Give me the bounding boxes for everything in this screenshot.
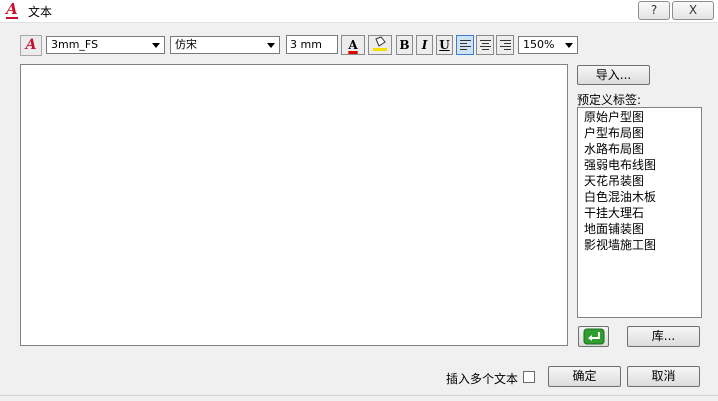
font-style-value: 3mm_FS	[51, 38, 99, 51]
preset-labels-list[interactable]: 原始户型图 户型布局图 水路布局图 强弱电布线图 天花吊装图 白色混油木板 干挂…	[577, 107, 702, 318]
text-height-input[interactable]	[286, 35, 338, 54]
green-return-arrow-icon	[583, 328, 604, 345]
list-item[interactable]: 原始户型图	[584, 109, 701, 125]
title-bar: A 文本 ? X	[0, 0, 718, 23]
list-item[interactable]: 干挂大理石	[584, 205, 701, 221]
paint-bucket-icon	[373, 36, 387, 51]
chevron-down-icon	[152, 43, 160, 48]
list-item[interactable]: 地面铺装图	[584, 221, 701, 237]
font-family-value: 仿宋	[175, 38, 197, 51]
help-button[interactable]: ?	[638, 1, 670, 20]
italic-button[interactable]: I	[416, 35, 433, 55]
highlight-button[interactable]	[368, 35, 392, 55]
list-item[interactable]: 天花吊装图	[584, 173, 701, 189]
text-style-icon[interactable]: A	[20, 35, 42, 56]
zoom-select[interactable]: 150%	[518, 36, 578, 54]
align-right-icon	[500, 40, 511, 52]
underline-button[interactable]: U	[436, 35, 453, 55]
insert-multiple-label: 插入多个文本	[446, 372, 519, 386]
list-item[interactable]: 影视墙施工图	[584, 237, 701, 253]
list-item[interactable]: 白色混油木板	[584, 189, 701, 205]
import-button[interactable]: 导入...	[577, 65, 650, 85]
close-button[interactable]: X	[672, 1, 714, 20]
list-item[interactable]: 强弱电布线图	[584, 157, 701, 173]
app-text-icon: A	[6, 0, 18, 19]
text-color-icon: A	[348, 38, 358, 52]
ok-button[interactable]: 确定	[548, 366, 621, 387]
list-item[interactable]: 水路布局图	[584, 141, 701, 157]
cancel-button[interactable]: 取消	[627, 366, 700, 387]
align-center-icon	[480, 40, 491, 52]
align-right-button[interactable]	[496, 35, 514, 55]
chevron-down-icon	[565, 43, 573, 48]
bold-button[interactable]: B	[396, 35, 413, 55]
library-button[interactable]: 库...	[627, 326, 700, 347]
align-left-button[interactable]	[456, 35, 474, 55]
align-center-button[interactable]	[476, 35, 494, 55]
font-family-select[interactable]: 仿宋	[170, 36, 280, 54]
window-title: 文本	[28, 5, 53, 19]
insert-label-button[interactable]	[578, 326, 609, 347]
list-item[interactable]: 户型布局图	[584, 125, 701, 141]
font-style-select[interactable]: 3mm_FS	[46, 36, 165, 54]
text-editor[interactable]	[20, 64, 568, 346]
chevron-down-icon	[267, 43, 275, 48]
bottom-edge	[0, 395, 718, 396]
text-color-button[interactable]: A	[341, 35, 365, 55]
insert-multiple-checkbox[interactable]	[523, 371, 535, 383]
zoom-value: 150%	[523, 38, 555, 51]
preset-labels-title: 预定义标签:	[577, 93, 642, 107]
align-left-icon	[460, 40, 471, 52]
